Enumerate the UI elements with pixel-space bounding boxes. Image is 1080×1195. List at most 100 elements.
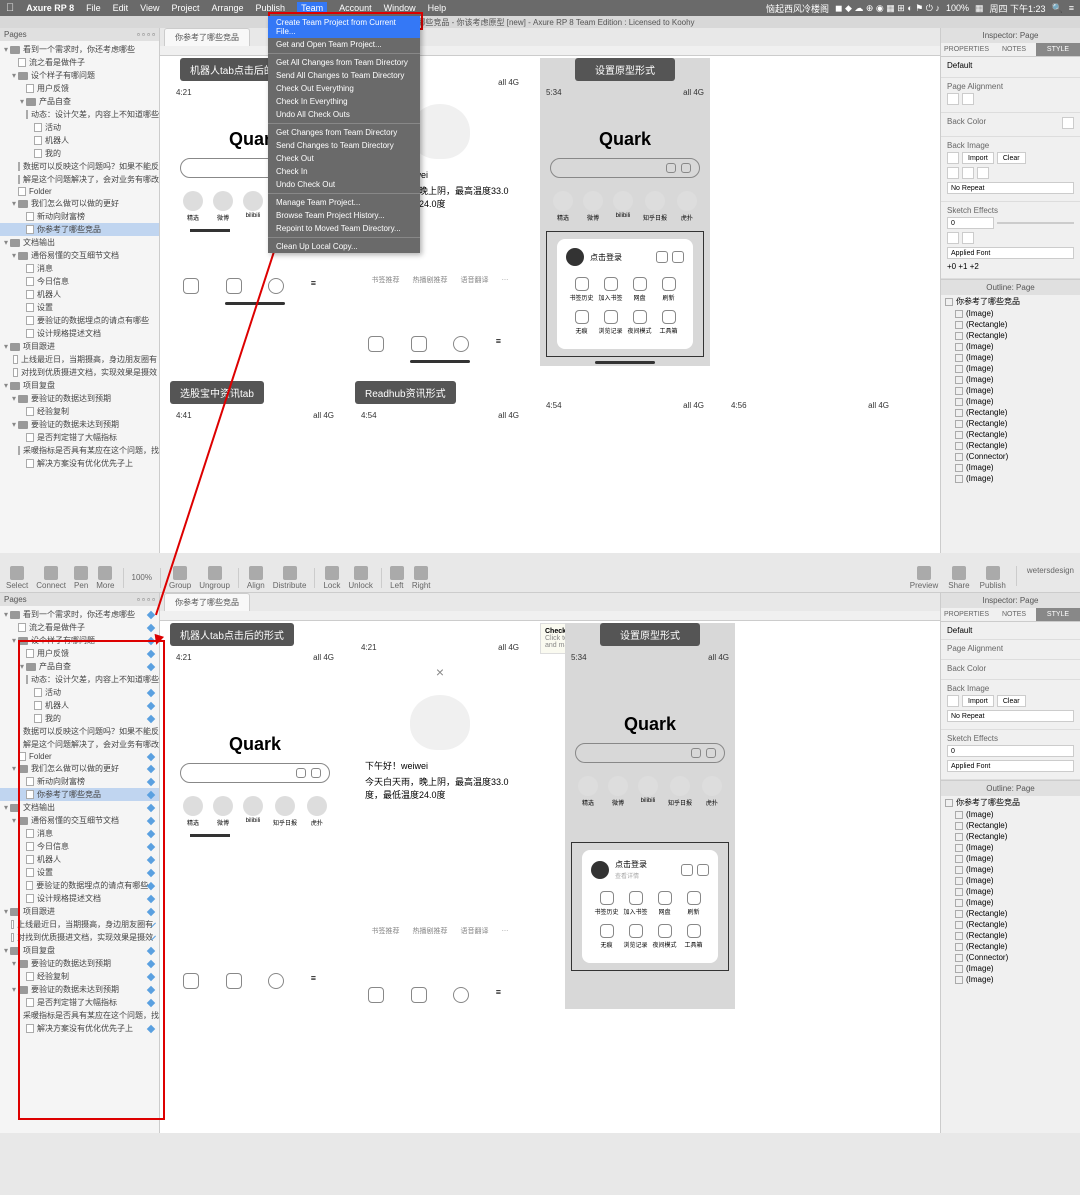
tree-item[interactable]: 动态：设计欠差，内容上不知道哪些 [0, 673, 159, 686]
menu-get-changes[interactable]: Get Changes from Team Directory [268, 126, 420, 139]
tab-notes[interactable]: NOTES [992, 43, 1036, 56]
outline-item[interactable]: (Rectangle) [941, 440, 1080, 451]
tree-item[interactable]: 你参考了哪些竞品 [0, 788, 159, 801]
outline-item[interactable]: (Connector) [941, 451, 1080, 462]
tree-item[interactable]: ▾文档输出 [0, 236, 159, 249]
grid-item[interactable]: 夜间模式 [650, 920, 679, 953]
outline-item[interactable]: (Image) [941, 974, 1080, 985]
menu-checkin-all[interactable]: Check In Everything [268, 95, 420, 108]
menu-undo-all[interactable]: Undo All Check Outs [268, 108, 420, 121]
grid-item[interactable]: 网盘 [650, 887, 679, 920]
outline-item[interactable]: (Image) [941, 842, 1080, 853]
outline-item[interactable]: (Image) [941, 363, 1080, 374]
chip[interactable]: 语音翻译 [461, 275, 489, 285]
grid-item[interactable]: 工具箱 [654, 306, 683, 339]
tree-item[interactable]: ▾项目跟进 [0, 340, 159, 353]
chip[interactable]: 热播剧推荐 [413, 275, 448, 285]
outline-item[interactable]: (Image) [941, 864, 1080, 875]
tree-item[interactable]: 新动向财富榜 [0, 775, 159, 788]
tab-properties[interactable]: PROPERTIES [941, 43, 992, 56]
menu-help[interactable]: Help [428, 3, 447, 13]
tree-item[interactable]: 解决方案没有优化优先子上 [0, 457, 159, 470]
tree-item[interactable]: 消息 [0, 262, 159, 275]
avatar-item[interactable]: 微博 [213, 191, 233, 222]
team-dropdown[interactable]: Create Team Project from Current File...… [268, 16, 420, 253]
tree-item[interactable]: 数据可以反映这个问题吗？如果不能反 [0, 160, 159, 173]
avatar-item[interactable]: 知乎日报 [643, 191, 667, 222]
tree-item[interactable]: 设置 [0, 301, 159, 314]
outline-root[interactable]: 你参考了哪些竞品 [941, 295, 1080, 308]
tree-item[interactable]: 机器人 [0, 288, 159, 301]
menu-get-all[interactable]: Get All Changes from Team Directory [268, 56, 420, 69]
outline-item[interactable]: (Image) [941, 897, 1080, 908]
tree-item[interactable]: ▾要验证的数据未达到预期 [0, 983, 159, 996]
grid-item[interactable]: 刷新 [679, 887, 708, 920]
tree-item[interactable]: ▾设个样子有哪问题 [0, 69, 159, 82]
grid-item[interactable]: 刷新 [654, 273, 683, 306]
menu-edit[interactable]: Edit [113, 3, 129, 13]
tree-item[interactable]: 解是这个问题解决了，会对业务有哪改革， [0, 173, 159, 186]
grid-item[interactable]: 浏览记录 [596, 306, 625, 339]
tree-item[interactable]: 今日信息 [0, 275, 159, 288]
outline-item[interactable]: (Image) [941, 853, 1080, 864]
outline-item[interactable]: (Image) [941, 875, 1080, 886]
avatar-item[interactable]: bilibili [638, 776, 658, 807]
tree-item[interactable]: 流之看是做件子 [0, 621, 159, 634]
grid-item[interactable]: 书签历史 [567, 273, 596, 306]
tree-item[interactable]: 流之看是做件子 [0, 56, 159, 69]
avatar-item[interactable]: 微博 [608, 776, 628, 807]
menu-project[interactable]: Project [172, 3, 200, 13]
tree-item[interactable]: 活动 [0, 686, 159, 699]
search-bar[interactable] [180, 763, 330, 783]
tree-item[interactable]: 解是这个问题解决了，会对业务有哪改革， [0, 738, 159, 751]
tree-item[interactable]: 采暖指标是否具有某应在这个问题，找个 [0, 1009, 159, 1022]
tree-item[interactable]: ▾项目复盘 [0, 944, 159, 957]
tree-item[interactable]: 解决方案没有优化优先子上 [0, 1022, 159, 1035]
tree-item[interactable]: ▾产品自查 [0, 660, 159, 673]
tree-item[interactable]: 我的 [0, 147, 159, 160]
clear-button[interactable]: Clear [997, 695, 1026, 707]
tree-item[interactable]: 我的 [0, 712, 159, 725]
grid-item[interactable]: 无痕 [567, 306, 596, 339]
avatar-item[interactable]: 虎扑 [677, 191, 697, 222]
font-adjust[interactable]: +0 +1 +2 [947, 262, 979, 271]
avatar-item[interactable]: 知乎日报 [273, 796, 297, 827]
tree-item[interactable]: ▾设个样子有哪问题 [0, 634, 159, 647]
tree-item[interactable]: Folder [0, 186, 159, 197]
tree-item[interactable]: 机器人 [0, 853, 159, 866]
publish-button[interactable]: Publish [980, 566, 1006, 590]
grid-item[interactable]: 浏览记录 [621, 920, 650, 953]
tree-item[interactable]: 机器人 [0, 134, 159, 147]
tab-notes[interactable]: NOTES [992, 608, 1036, 621]
tree-item[interactable]: ▾通俗易懂的交互细节文档 [0, 249, 159, 262]
avatar-item[interactable]: bilibili [613, 191, 633, 222]
menu-team[interactable]: Team [297, 2, 327, 14]
outline-item[interactable]: (Rectangle) [941, 330, 1080, 341]
tree-item[interactable]: ▾项目复盘 [0, 379, 159, 392]
tree-item[interactable]: ▾要验证的数据未达到预期 [0, 418, 159, 431]
avatar-item[interactable]: 虎扑 [702, 776, 722, 807]
menu-send-all[interactable]: Send All Changes to Team Directory [268, 69, 420, 82]
tree-item[interactable]: ▾看到一个需求时，你还考虑哪些 [0, 43, 159, 56]
outline-item[interactable]: (Image) [941, 886, 1080, 897]
avatar-item[interactable]: 精选 [578, 776, 598, 807]
outline-item[interactable]: (Image) [941, 352, 1080, 363]
zoom-level[interactable]: 100% [132, 573, 152, 582]
outline-item[interactable]: (Image) [941, 809, 1080, 820]
tree-item[interactable]: ▾产品自查 [0, 95, 159, 108]
tab-properties[interactable]: PROPERTIES [941, 608, 992, 621]
tool-pen[interactable]: Pen [74, 566, 88, 590]
tree-item[interactable]: ▾要验证的数据达到预期 [0, 392, 159, 405]
tree-item[interactable]: 设计规格提述文档 [0, 892, 159, 905]
tree-item[interactable]: 设计规格提述文档 [0, 327, 159, 340]
menu-create-team-project[interactable]: Create Team Project from Current File... [268, 16, 420, 38]
tree-item[interactable]: Folder [0, 751, 159, 762]
tool-select[interactable]: Select [6, 566, 28, 590]
outline-item[interactable]: (Image) [941, 963, 1080, 974]
grid-item[interactable]: 工具箱 [679, 920, 708, 953]
avatar-item[interactable]: bilibili [243, 796, 263, 827]
outline-root[interactable]: 你参考了哪些竞品 [941, 796, 1080, 809]
chip[interactable]: 书签推荐 [372, 926, 400, 936]
tree-item[interactable]: 机器人 [0, 699, 159, 712]
tree-item[interactable]: 上线最近日，当期摄高，身边朋友圈有 [0, 353, 159, 366]
